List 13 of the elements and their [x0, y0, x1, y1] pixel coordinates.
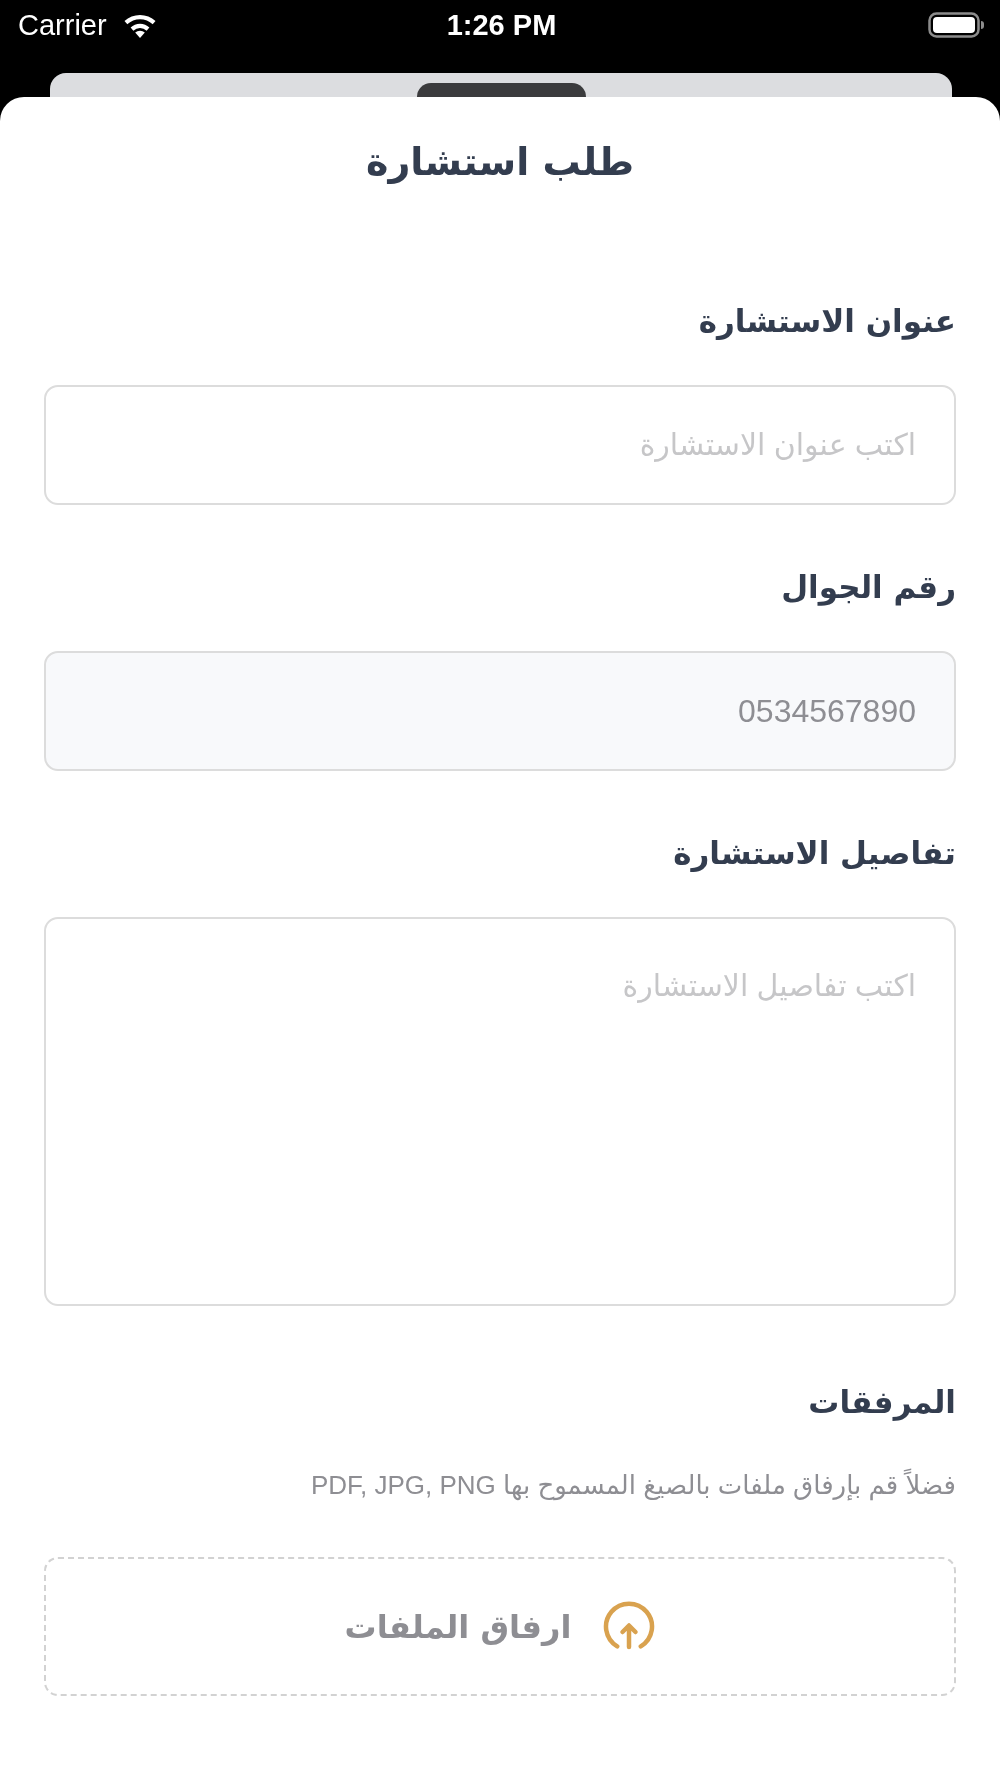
text-area[interactable]: اكتب تفاصيل الاستشارة — [44, 917, 956, 1306]
section-label: المرفقات — [807, 1383, 956, 1423]
attach-files-button[interactable]: ارفاق الملفات — [44, 1557, 956, 1696]
field-label: رقم الجوال — [780, 568, 956, 608]
time-text: 1:26 PM — [446, 8, 557, 43]
sheet-title: طلب استشارة — [365, 139, 635, 186]
field-label: عنوان الاستشارة — [697, 302, 956, 342]
text-input[interactable]: اكتب عنوان الاستشارة — [44, 385, 956, 505]
hint-text: فضلاً قم بإرفاق ملفات بالصيغ المسموح بها PDF, JPG, PNG — [309, 1467, 956, 1503]
wifi-icon — [122, 12, 157, 38]
field-label: تفاصيل الاستشارة — [672, 834, 956, 874]
battery-icon — [928, 12, 985, 38]
carrier-text: Carrier — [18, 8, 107, 43]
